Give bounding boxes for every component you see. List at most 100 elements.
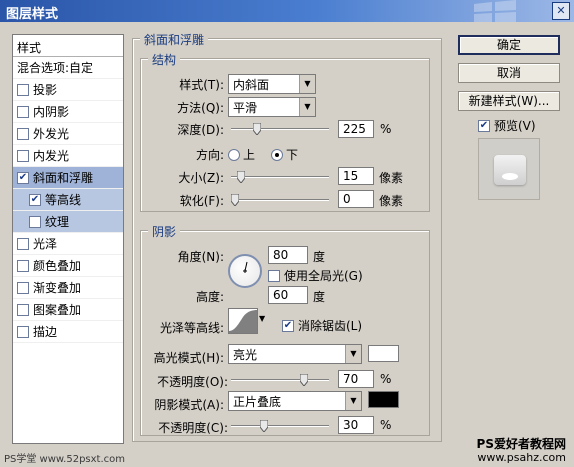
chevron-down-icon: ▼ — [299, 75, 315, 93]
soften-input[interactable]: 0 — [338, 190, 374, 208]
angle-input[interactable]: 80 — [268, 246, 308, 264]
title-bar: 图层样式 ✕ — [0, 0, 574, 22]
shadow-mode-value: 正片叠底 — [233, 394, 282, 409]
style-item-inner-glow[interactable]: 内发光 — [13, 145, 123, 167]
global-light-checkbox[interactable] — [268, 269, 280, 282]
style-item-label: 颜色叠加 — [33, 259, 82, 273]
highlight-color-swatch[interactable] — [368, 345, 399, 362]
shadow-color-swatch[interactable] — [368, 391, 399, 408]
angle-label: 角度(N): — [177, 250, 224, 264]
angle-dial[interactable] — [228, 254, 262, 288]
chevron-down-icon: ▼ — [299, 98, 315, 116]
ok-button[interactable]: 确定 — [458, 35, 560, 55]
direction-down-label[interactable]: 下 — [286, 146, 298, 163]
checkbox[interactable] — [17, 105, 29, 118]
close-button[interactable]: ✕ — [552, 2, 570, 20]
method-label: 方法(Q): — [177, 100, 224, 115]
size-input[interactable]: 15 — [338, 167, 374, 185]
structure-title: 结构 — [148, 51, 181, 68]
checkbox[interactable] — [17, 83, 29, 96]
dialog-body: 样式 混合选项:自定 投影 内阴影 外发光 内发光 ✔ 斜面和浮雕 ✔ 等高线 — [0, 22, 574, 467]
style-preview-thumbnail — [478, 138, 540, 200]
style-item-label: 纹理 — [45, 215, 70, 229]
checkbox[interactable] — [17, 325, 29, 338]
highlight-opacity-slider[interactable] — [231, 374, 329, 386]
slider-thumb-icon[interactable] — [236, 171, 245, 183]
style-item-label: 内阴影 — [33, 105, 70, 119]
antialias-checkbox[interactable]: ✔ — [282, 319, 294, 332]
windows-logo-icon — [474, 0, 516, 22]
watermark-right: PS爱好者教程网 www.psahz.com — [477, 437, 566, 465]
checkbox[interactable] — [29, 215, 41, 228]
style-item-gradient-overlay[interactable]: 渐变叠加 — [13, 277, 123, 299]
technique-value: 平滑 — [233, 100, 258, 115]
checkbox[interactable] — [17, 237, 29, 250]
slider-thumb-icon[interactable] — [260, 420, 269, 432]
direction-down-radio[interactable] — [271, 148, 284, 161]
new-style-button[interactable]: 新建样式(W)... — [458, 91, 560, 111]
gloss-contour-picker[interactable] — [228, 308, 258, 334]
highlight-mode-label: 高光模式(H): — [153, 351, 224, 365]
checkbox-checked[interactable]: ✔ — [29, 193, 41, 206]
highlight-opacity-label: 不透明度(O): — [157, 375, 228, 389]
shadow-mode-label: 阴影模式(A): — [154, 398, 224, 412]
style-item-texture[interactable]: 纹理 — [13, 211, 123, 233]
bevel-style-select[interactable]: 内斜面 ▼ — [228, 74, 316, 94]
antialias-label[interactable]: 消除锯齿(L) — [298, 317, 362, 334]
depth-label: 深度(D): — [177, 123, 224, 137]
style-item-bevel-emboss[interactable]: ✔ 斜面和浮雕 — [13, 167, 123, 189]
chevron-down-icon[interactable]: ▼ — [259, 314, 265, 323]
technique-select[interactable]: 平滑 ▼ — [228, 97, 316, 117]
style-item-inner-shadow[interactable]: 内阴影 — [13, 101, 123, 123]
slider-thumb-icon[interactable] — [252, 123, 261, 135]
shadow-opacity-slider[interactable] — [231, 420, 329, 432]
bevel-style-value: 内斜面 — [233, 77, 270, 92]
style-item-color-overlay[interactable]: 颜色叠加 — [13, 255, 123, 277]
style-item-contour[interactable]: ✔ 等高线 — [13, 189, 123, 211]
style-item-label: 等高线 — [45, 193, 82, 207]
style-item-pattern-overlay[interactable]: 图案叠加 — [13, 299, 123, 321]
depth-slider[interactable] — [231, 123, 329, 135]
slider-thumb-icon[interactable] — [299, 374, 308, 386]
soften-slider[interactable] — [231, 194, 329, 206]
depth-unit: % — [380, 122, 392, 136]
highlight-mode-value: 亮光 — [233, 347, 258, 362]
watermark-right-title: PS爱好者教程网 — [476, 437, 566, 451]
altitude-unit: 度 — [313, 290, 326, 304]
checkbox[interactable] — [17, 127, 29, 140]
checkbox[interactable] — [17, 149, 29, 162]
style-item-drop-shadow[interactable]: 投影 — [13, 79, 123, 101]
style-item-satin[interactable]: 光泽 — [13, 233, 123, 255]
cancel-button[interactable]: 取消 — [458, 63, 560, 83]
global-light-label[interactable]: 使用全局光(G) — [284, 267, 363, 284]
watermark-left: PS学堂 www.52psxt.com — [4, 454, 126, 465]
highlight-opacity-unit: % — [380, 372, 392, 386]
soften-label: 软化(F): — [179, 194, 224, 208]
size-slider[interactable] — [231, 171, 329, 183]
slider-thumb-icon[interactable] — [231, 194, 239, 206]
blending-options[interactable]: 混合选项:自定 — [13, 57, 123, 79]
direction-label: 方向: — [195, 148, 224, 162]
depth-input[interactable]: 225 — [338, 120, 374, 138]
checkbox[interactable] — [17, 303, 29, 316]
style-item-stroke[interactable]: 描边 — [13, 321, 123, 343]
style-label: 样式(T): — [179, 77, 224, 92]
direction-up-label[interactable]: 上 — [243, 146, 255, 163]
style-list-header[interactable]: 样式 — [13, 35, 123, 57]
direction-up-radio[interactable] — [228, 148, 240, 161]
altitude-input[interactable]: 60 — [268, 286, 308, 304]
style-item-label: 渐变叠加 — [33, 281, 82, 295]
checkbox[interactable] — [17, 259, 29, 272]
angle-unit: 度 — [313, 250, 326, 264]
preview-checkbox[interactable]: ✔ — [478, 119, 490, 132]
preview-label[interactable]: 预览(V) — [494, 117, 536, 134]
size-label: 大小(Z): — [178, 171, 224, 185]
checkbox-checked[interactable]: ✔ — [17, 171, 29, 184]
shadow-opacity-input[interactable]: 30 — [338, 416, 374, 434]
shadow-opacity-label: 不透明度(C): — [158, 421, 228, 435]
highlight-mode-select[interactable]: 亮光 ▼ — [228, 344, 362, 364]
style-item-outer-glow[interactable]: 外发光 — [13, 123, 123, 145]
checkbox[interactable] — [17, 281, 29, 294]
highlight-opacity-input[interactable]: 70 — [338, 370, 374, 388]
shadow-mode-select[interactable]: 正片叠底 ▼ — [228, 391, 362, 411]
